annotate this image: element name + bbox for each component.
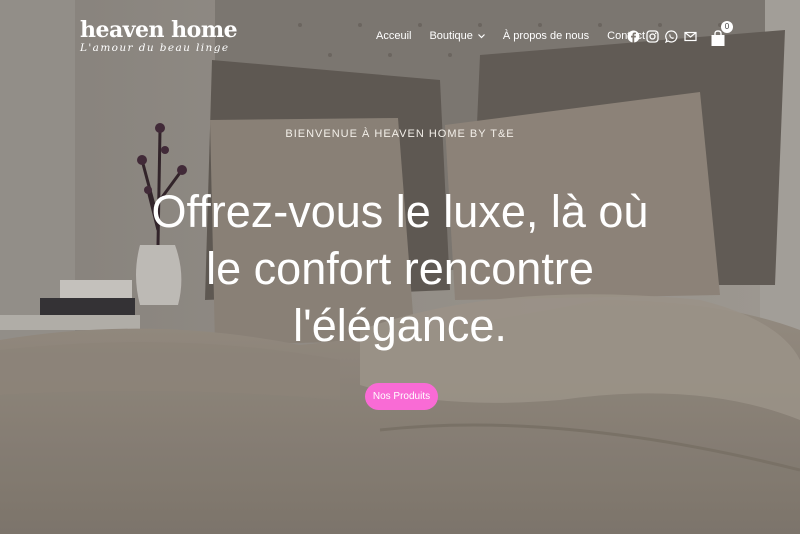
nav-item-accueil[interactable]: Acceuil	[376, 30, 411, 42]
hero-headline: Offrez-vous le luxe, là où le confort re…	[0, 183, 800, 354]
cart-count-badge: 0	[721, 21, 733, 33]
mail-icon[interactable]	[684, 30, 697, 43]
nav-item-a-propos[interactable]: À propos de nous	[503, 30, 589, 42]
facebook-icon[interactable]	[627, 30, 640, 43]
whatsapp-icon[interactable]	[665, 30, 678, 43]
chevron-down-icon	[477, 33, 485, 39]
site-header: heaven home L'amour du beau linge Acceui…	[0, 0, 800, 70]
hero-headline-line-1: Offrez-vous le luxe, là où	[151, 186, 649, 237]
hero-section: heaven home L'amour du beau linge Acceui…	[0, 0, 800, 534]
cart-button[interactable]: 0	[710, 21, 733, 47]
brand-tagline: L'amour du beau linge	[80, 42, 230, 54]
nav-item-boutique[interactable]: Boutique	[429, 30, 485, 42]
shopping-bag-icon	[711, 30, 725, 46]
social-links	[627, 30, 697, 43]
main-nav: Acceuil Boutique À propos de nous Contac…	[376, 30, 663, 42]
nav-item-boutique-label: Boutique	[429, 30, 473, 42]
hero-headline-line-2: le confort rencontre	[206, 243, 594, 294]
hero-headline-line-3: l'élégance.	[293, 300, 507, 351]
nos-produits-button[interactable]: Nos Produits	[365, 383, 438, 410]
welcome-text: BIENVENUE À HEAVEN HOME BY T&E	[285, 128, 515, 140]
instagram-icon[interactable]	[646, 30, 659, 43]
brand-logo[interactable]: heaven home L'amour du beau linge	[80, 17, 238, 54]
brand-name: heaven home	[80, 17, 238, 43]
